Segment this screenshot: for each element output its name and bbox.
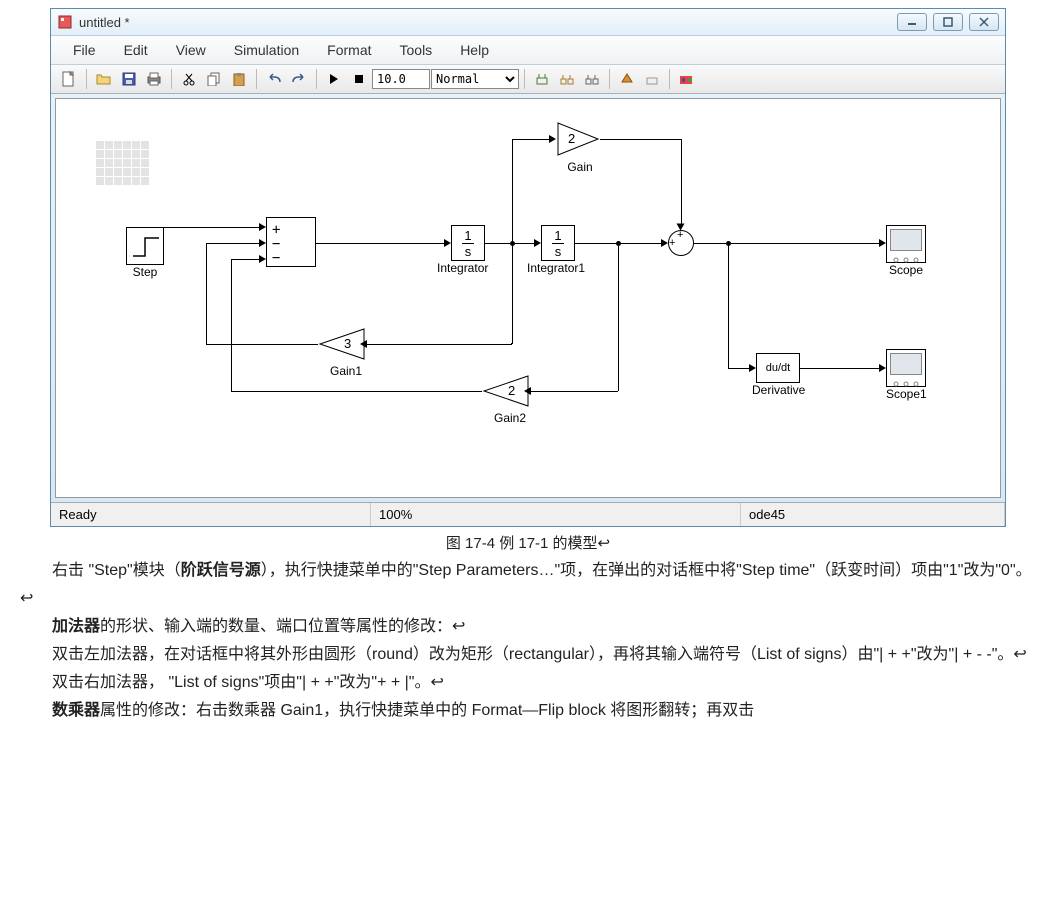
save-icon[interactable] <box>117 68 141 90</box>
paste-icon[interactable] <box>227 68 251 90</box>
menu-view[interactable]: View <box>162 38 220 62</box>
status-solver: ode45 <box>741 503 1005 526</box>
build-icon[interactable] <box>615 68 639 90</box>
gain-block[interactable]: 2 Gain <box>556 121 600 174</box>
new-icon[interactable] <box>57 68 81 90</box>
gain1-block[interactable]: 3 Gain1 <box>318 327 366 378</box>
toolbar: Normal <box>51 65 1005 94</box>
gain-label: Gain <box>560 160 600 174</box>
menu-help[interactable]: Help <box>446 38 503 62</box>
pixel-artifact <box>96 141 149 185</box>
undo-icon[interactable] <box>262 68 286 90</box>
menu-edit[interactable]: Edit <box>110 38 162 62</box>
document-text: 图 17-4 例 17-1 的模型↩ 右击 "Step"模块（阶跃信号源），执行… <box>20 531 1036 725</box>
sum-block-right[interactable]: + + <box>668 230 694 256</box>
svg-text:2: 2 <box>508 383 515 398</box>
integrator1-label: Integrator1 <box>527 261 585 275</box>
tool-icon-c[interactable] <box>580 68 604 90</box>
step-block[interactable]: Step <box>126 227 164 279</box>
menu-simulation[interactable]: Simulation <box>220 38 313 62</box>
figure-caption: 图 17-4 例 17-1 的模型↩ <box>20 531 1036 557</box>
scope-block[interactable]: Scope <box>886 225 926 277</box>
simulink-window: untitled * File Edit View Simulation For… <box>50 8 1006 527</box>
window-title: untitled * <box>79 15 897 30</box>
tool-icon-a[interactable] <box>530 68 554 90</box>
app-icon <box>57 14 73 30</box>
derivative-label: Derivative <box>752 383 805 397</box>
statusbar: Ready 100% ode45 <box>51 502 1005 526</box>
integrator-label: Integrator <box>437 261 488 275</box>
open-icon[interactable] <box>92 68 116 90</box>
stop-time-input[interactable] <box>372 69 430 89</box>
integrator1-block[interactable]: 1s Integrator1 <box>541 225 585 275</box>
scope1-block[interactable]: Scope1 <box>886 349 927 401</box>
menu-tools[interactable]: Tools <box>386 38 447 62</box>
gain2-label: Gain2 <box>490 411 530 425</box>
maximize-button[interactable] <box>933 13 963 31</box>
menu-file[interactable]: File <box>59 38 110 62</box>
svg-text:3: 3 <box>344 336 351 351</box>
redo-icon[interactable] <box>287 68 311 90</box>
step-label: Step <box>126 265 164 279</box>
minimize-button[interactable] <box>897 13 927 31</box>
status-zoom: 100% <box>371 503 741 526</box>
tool-icon-b[interactable] <box>555 68 579 90</box>
close-button[interactable] <box>969 13 999 31</box>
copy-icon[interactable] <box>202 68 226 90</box>
simulation-mode-select[interactable]: Normal <box>431 69 519 89</box>
gain2-block[interactable]: 2 Gain2 <box>482 374 530 425</box>
gain1-label: Gain1 <box>326 364 366 378</box>
print-icon[interactable] <box>142 68 166 90</box>
svg-text:2: 2 <box>568 131 575 146</box>
build-icon-2[interactable] <box>640 68 664 90</box>
derivative-block[interactable]: du/dt Derivative <box>756 353 805 397</box>
integrator-block[interactable]: 1s Integrator <box>451 225 488 275</box>
titlebar: untitled * <box>51 9 1005 36</box>
sum-block-left[interactable]: + − − <box>266 217 316 267</box>
status-ready: Ready <box>51 503 371 526</box>
play-icon[interactable] <box>322 68 346 90</box>
library-browser-icon[interactable] <box>675 68 699 90</box>
menu-format[interactable]: Format <box>313 38 385 62</box>
model-canvas[interactable]: Step + − − 1s Integrator 1s Integrator1 … <box>55 98 1001 498</box>
cut-icon[interactable] <box>177 68 201 90</box>
menubar: File Edit View Simulation Format Tools H… <box>51 36 1005 65</box>
stop-icon[interactable] <box>347 68 371 90</box>
